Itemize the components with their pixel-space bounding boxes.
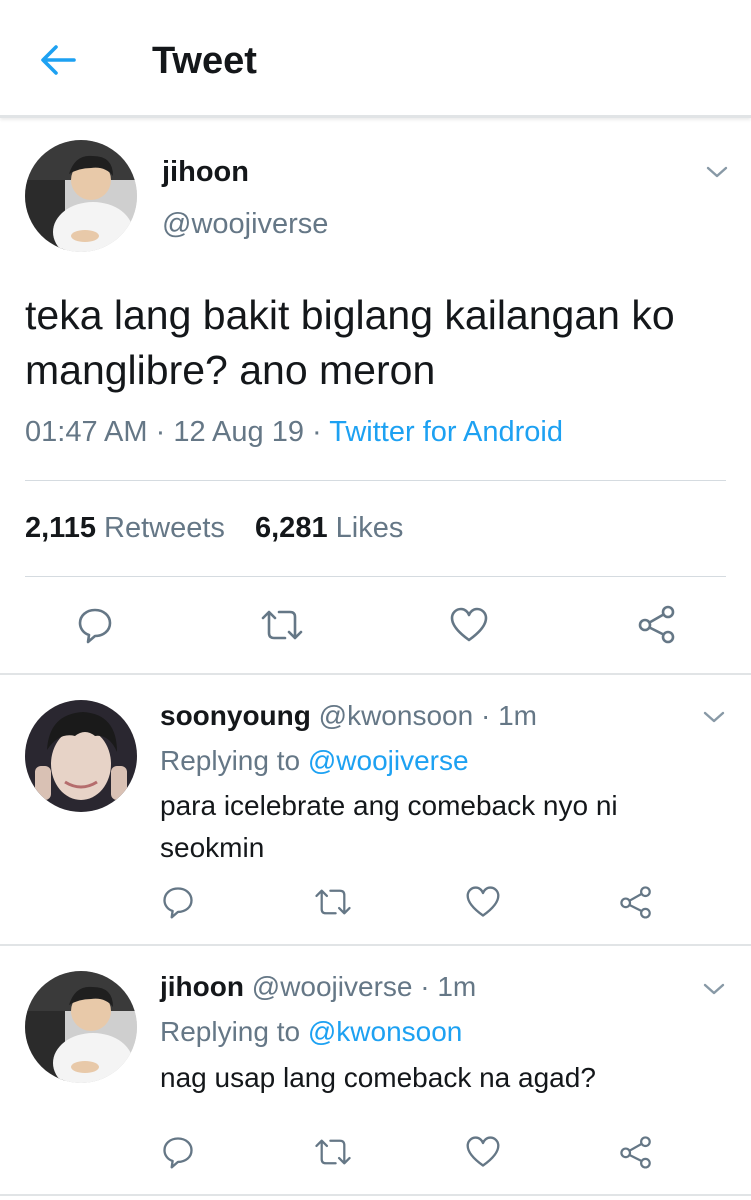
tweet-date: 12 Aug 19 — [173, 416, 304, 448]
divider — [0, 673, 751, 675]
meta-separator: · — [312, 416, 322, 448]
chevron-down-icon — [703, 711, 725, 723]
replying-to-label: Replying to — [160, 1016, 301, 1047]
avatar[interactable] — [25, 700, 137, 812]
share-button[interactable] — [636, 603, 678, 645]
page-title: Tweet — [152, 40, 257, 82]
reply-time: 1m — [437, 971, 477, 1002]
meta-separator: · — [480, 700, 491, 731]
reply-text: para icelebrate ang comeback nyo ni seok… — [160, 790, 618, 863]
share-button[interactable] — [618, 884, 654, 920]
reply-icon — [78, 608, 112, 644]
replying-to: Replying to @woojiverse — [160, 745, 469, 777]
divider — [0, 944, 751, 946]
reply-author-name[interactable]: soonyoung — [160, 700, 311, 731]
tweet-menu-button[interactable] — [705, 164, 729, 180]
tweet-meta: 01:47 AM · 12 Aug 19 · Twitter for Andro… — [25, 416, 563, 449]
retweet-button[interactable] — [313, 884, 353, 920]
replying-to-label: Replying to — [160, 745, 301, 776]
meta-separator: · — [420, 971, 430, 1002]
like-button[interactable] — [449, 605, 489, 645]
like-button[interactable] — [465, 884, 501, 920]
engagement-stats: 2,115 Retweets 6,281 Likes — [25, 512, 403, 545]
like-icon — [450, 607, 488, 642]
likes-count: 6,281 — [255, 512, 328, 544]
replying-to-handle[interactable]: @kwonsoon — [308, 1016, 463, 1047]
reply-text: nag usap lang comeback na agad? — [160, 1062, 596, 1093]
retweet-button[interactable] — [259, 605, 305, 645]
retweets-count: 2,115 — [25, 512, 96, 544]
share-icon — [638, 605, 675, 644]
divider — [25, 576, 726, 577]
reply-button[interactable] — [75, 605, 115, 645]
divider — [25, 480, 726, 481]
reply-time: 1m — [498, 700, 537, 731]
retweet-button[interactable] — [313, 1134, 353, 1170]
likes-label: Likes — [335, 512, 404, 544]
tweet-text: teka lang bakit biglang kailangan ko man… — [25, 292, 675, 393]
author-name[interactable]: jihoon — [162, 156, 249, 189]
share-button[interactable] — [618, 1134, 654, 1170]
avatar[interactable] — [25, 140, 137, 252]
likes-stat[interactable]: 6,281 Likes — [255, 512, 403, 544]
tweet-source-link[interactable]: Twitter for Android — [329, 416, 563, 448]
retweet-icon — [261, 610, 303, 640]
tweet-time: 01:47 AM — [25, 416, 148, 448]
like-icon — [466, 1136, 500, 1167]
share-icon — [620, 1136, 651, 1169]
meta-separator: · — [155, 416, 166, 448]
back-button[interactable] — [38, 40, 80, 80]
like-button[interactable] — [465, 1134, 501, 1170]
retweets-label: Retweets — [104, 512, 225, 544]
reply-menu-button[interactable] — [702, 981, 726, 997]
chevron-down-icon — [703, 983, 725, 995]
reply-author-handle[interactable]: @woojiverse — [252, 971, 413, 1002]
retweet-icon — [315, 1139, 351, 1165]
replying-to-handle[interactable]: @woojiverse — [308, 745, 469, 776]
reply-icon — [163, 1137, 193, 1169]
reply-icon — [163, 887, 193, 919]
back-arrow-icon — [41, 45, 76, 75]
author-handle[interactable]: @woojiverse — [162, 208, 328, 241]
reply-button[interactable] — [160, 884, 196, 920]
retweet-icon — [315, 889, 351, 915]
like-icon — [466, 886, 500, 917]
replying-to: Replying to @kwonsoon — [160, 1016, 462, 1048]
retweets-stat[interactable]: 2,115 Retweets — [25, 512, 225, 544]
chevron-down-icon — [706, 166, 728, 178]
share-icon — [620, 886, 651, 919]
top-app-bar: Tweet — [0, 0, 751, 118]
avatar[interactable] — [25, 971, 137, 1083]
reply-author-name[interactable]: jihoon — [160, 971, 244, 1002]
reply-header: soonyoung @kwonsoon · 1m — [160, 700, 537, 732]
reply-button[interactable] — [160, 1134, 196, 1170]
reply-author-handle[interactable]: @kwonsoon — [319, 700, 474, 731]
reply-menu-button[interactable] — [702, 709, 726, 725]
reply-header: jihoon @woojiverse · 1m — [160, 971, 476, 1003]
divider — [0, 1194, 751, 1196]
